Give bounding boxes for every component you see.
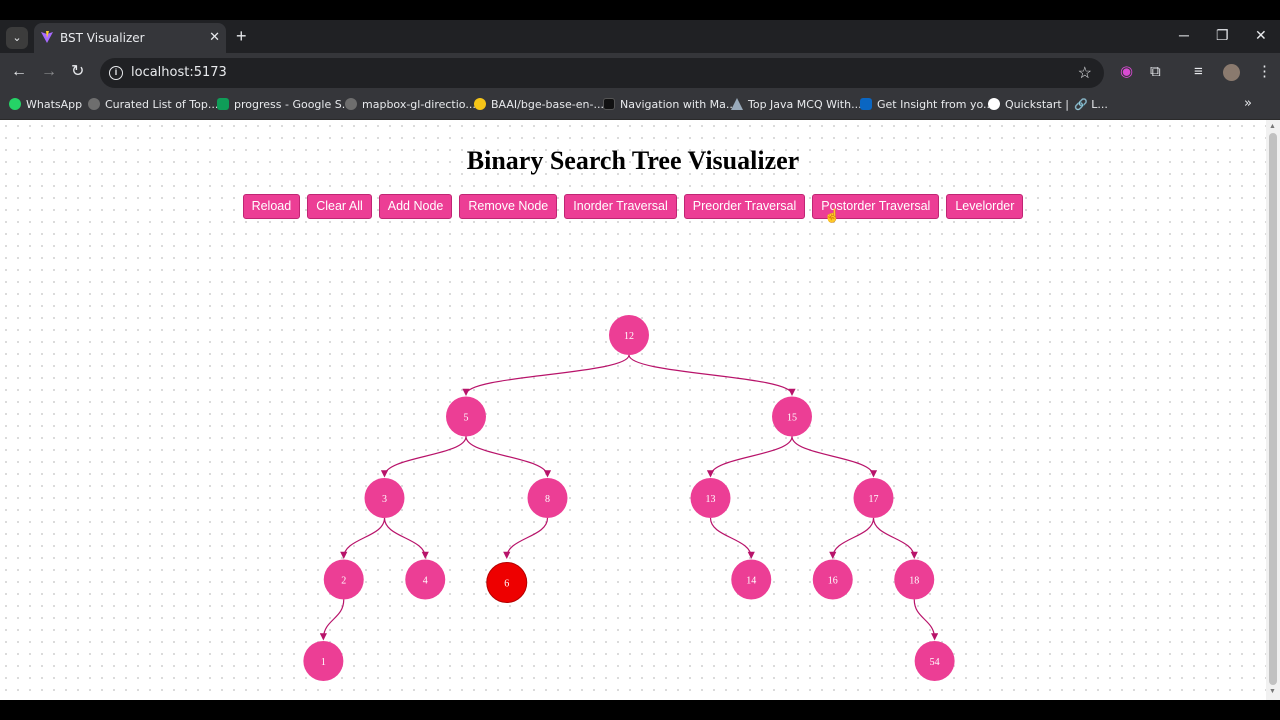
minimize-icon[interactable]: ─ xyxy=(1179,27,1189,43)
huggingface-icon xyxy=(474,98,486,110)
bookmark-progress-sheets[interactable]: progress - Google S... xyxy=(217,98,352,111)
tree-edge xyxy=(340,517,386,559)
tree-node-2[interactable]: 2 xyxy=(323,559,364,600)
tab-list-button[interactable]: ⌄ xyxy=(6,27,28,49)
vertical-scrollbar[interactable]: ▲ ▼ xyxy=(1266,120,1280,700)
tree-node-value: 54 xyxy=(930,657,940,668)
bookmark-linkedin[interactable]: Get Insight from yo... xyxy=(860,98,994,111)
site-info-icon[interactable]: i xyxy=(109,66,123,80)
tree-edge xyxy=(913,599,939,641)
google-sheets-icon xyxy=(217,98,229,110)
bst-canvas: 1253214861513141716 1854 xyxy=(303,315,955,681)
tree-node-8[interactable]: 8 xyxy=(527,478,568,518)
bookmark-mapbox[interactable]: mapbox-gl-directio... xyxy=(345,98,476,111)
tree-node-6[interactable]: 6 xyxy=(486,562,528,603)
tree-node-value: 6 xyxy=(504,579,509,590)
browser-toolbar: ← → ↻ i localhost:5173 ☆ ◉ ⧉ ≡ ⋮ xyxy=(0,53,1280,92)
page-content: Binary Search Tree Visualizer Reload Cle… xyxy=(0,120,1266,700)
tree-edge xyxy=(706,436,793,478)
tree-node-value: 3 xyxy=(382,494,387,505)
tree-node-3[interactable]: 3 xyxy=(364,478,405,518)
tree-node-value: 4 xyxy=(423,576,428,587)
tree-node-16[interactable]: 16 xyxy=(812,559,853,600)
tree-node-value: 14 xyxy=(746,576,756,587)
back-icon[interactable]: ← xyxy=(11,63,27,81)
profile-avatar[interactable] xyxy=(1223,64,1240,81)
tree-node-value: 13 xyxy=(706,494,716,505)
tree-edge xyxy=(872,517,918,559)
tree-node-18[interactable]: 18 xyxy=(894,559,935,600)
scroll-thumb[interactable] xyxy=(1269,133,1277,685)
tab-bst-visualizer[interactable]: BST Visualizer ✕ xyxy=(34,23,226,53)
whatsapp-icon xyxy=(9,98,21,110)
tree-node-value: 16 xyxy=(828,576,838,587)
tab-bar: ⌄ BST Visualizer ✕ + ─ ❐ ✕ xyxy=(0,20,1280,53)
medium-icon xyxy=(603,98,615,110)
tree-edge xyxy=(462,354,630,396)
chevron-down-icon: ⌄ xyxy=(12,32,22,44)
tree-node-value: 2 xyxy=(341,576,346,587)
tree-node-17[interactable]: 17 xyxy=(853,478,894,518)
tree-node-12[interactable]: 12 xyxy=(609,315,649,355)
url-text[interactable]: localhost:5173 xyxy=(131,65,227,80)
extensions-puzzle-icon[interactable]: ⧉ xyxy=(1150,64,1161,80)
menu-kebab-icon[interactable]: ⋮ xyxy=(1257,64,1272,80)
media-control-icon[interactable]: ≡ xyxy=(1194,64,1203,80)
tree-node-value: 17 xyxy=(869,494,879,505)
tree-edge xyxy=(791,436,878,478)
github-icon xyxy=(345,98,357,110)
tree-node-value: 12 xyxy=(624,331,634,342)
scroll-up-icon[interactable]: ▲ xyxy=(1269,123,1276,130)
forward-icon[interactable]: → xyxy=(41,63,57,81)
reload-icon[interactable]: ↻ xyxy=(71,63,84,81)
tree-node-value: 8 xyxy=(545,494,550,505)
bookmark-baai[interactable]: BAAI/bge-base-en-... xyxy=(474,98,604,111)
bottom-bar xyxy=(0,700,1280,720)
tree-node-13[interactable]: 13 xyxy=(690,478,731,518)
mountain-icon xyxy=(731,98,743,110)
bookmark-whatsapp[interactable]: WhatsApp xyxy=(9,98,82,111)
restore-icon[interactable]: ❐ xyxy=(1216,27,1229,44)
tree-node-1[interactable]: 1 xyxy=(303,641,344,681)
tab-title: BST Visualizer xyxy=(60,31,145,45)
tree-node-value: 15 xyxy=(787,413,797,424)
quickstart-icon xyxy=(988,98,1000,110)
tree-edge xyxy=(383,517,429,559)
bookmark-medium[interactable]: Navigation with Ma... xyxy=(603,98,736,111)
tree-node-15[interactable]: 15 xyxy=(772,396,812,437)
bookmarks-bar: WhatsApp Curated List of Top... progress… xyxy=(0,92,1280,120)
tree-node-value: 5 xyxy=(464,413,469,424)
window-close-icon[interactable]: ✕ xyxy=(1255,27,1267,44)
tree-node-14[interactable]: 14 xyxy=(731,559,772,600)
scroll-down-icon[interactable]: ▼ xyxy=(1269,688,1276,695)
tree-node-value: 1 xyxy=(321,657,326,668)
bookmark-java-mcq[interactable]: Top Java MCQ With... xyxy=(731,98,862,111)
tree-edge xyxy=(628,354,796,396)
bookmark-star-icon[interactable]: ☆ xyxy=(1078,63,1092,83)
tree-edge xyxy=(709,517,755,559)
tree-edge xyxy=(829,517,875,559)
vite-favicon-icon xyxy=(41,31,53,43)
tree-node-54[interactable]: 54 xyxy=(914,641,955,681)
tree-edge xyxy=(319,599,345,641)
tree-node-value: 18 xyxy=(909,576,919,587)
close-tab-icon[interactable]: ✕ xyxy=(209,29,220,45)
new-tab-button[interactable]: + xyxy=(236,27,247,45)
extension-color-icon[interactable]: ◉ xyxy=(1120,64,1133,80)
bookmark-quickstart[interactable]: Quickstart | xyxy=(988,98,1069,111)
tree-node-5[interactable]: 5 xyxy=(446,396,486,437)
tree-edge xyxy=(380,436,467,478)
github-icon xyxy=(88,98,100,110)
linkedin-icon xyxy=(860,98,872,110)
bookmark-curated-list[interactable]: Curated List of Top... xyxy=(88,98,218,111)
bookmark-link[interactable]: 🔗 L... xyxy=(1074,98,1108,111)
address-bar[interactable]: i localhost:5173 ☆ xyxy=(100,58,1104,88)
tree-edge xyxy=(503,517,549,559)
bookmarks-overflow-icon[interactable]: » xyxy=(1244,96,1252,111)
link-icon: 🔗 xyxy=(1074,98,1092,111)
tree-edge xyxy=(465,436,552,478)
tree-node-4[interactable]: 4 xyxy=(405,559,446,600)
